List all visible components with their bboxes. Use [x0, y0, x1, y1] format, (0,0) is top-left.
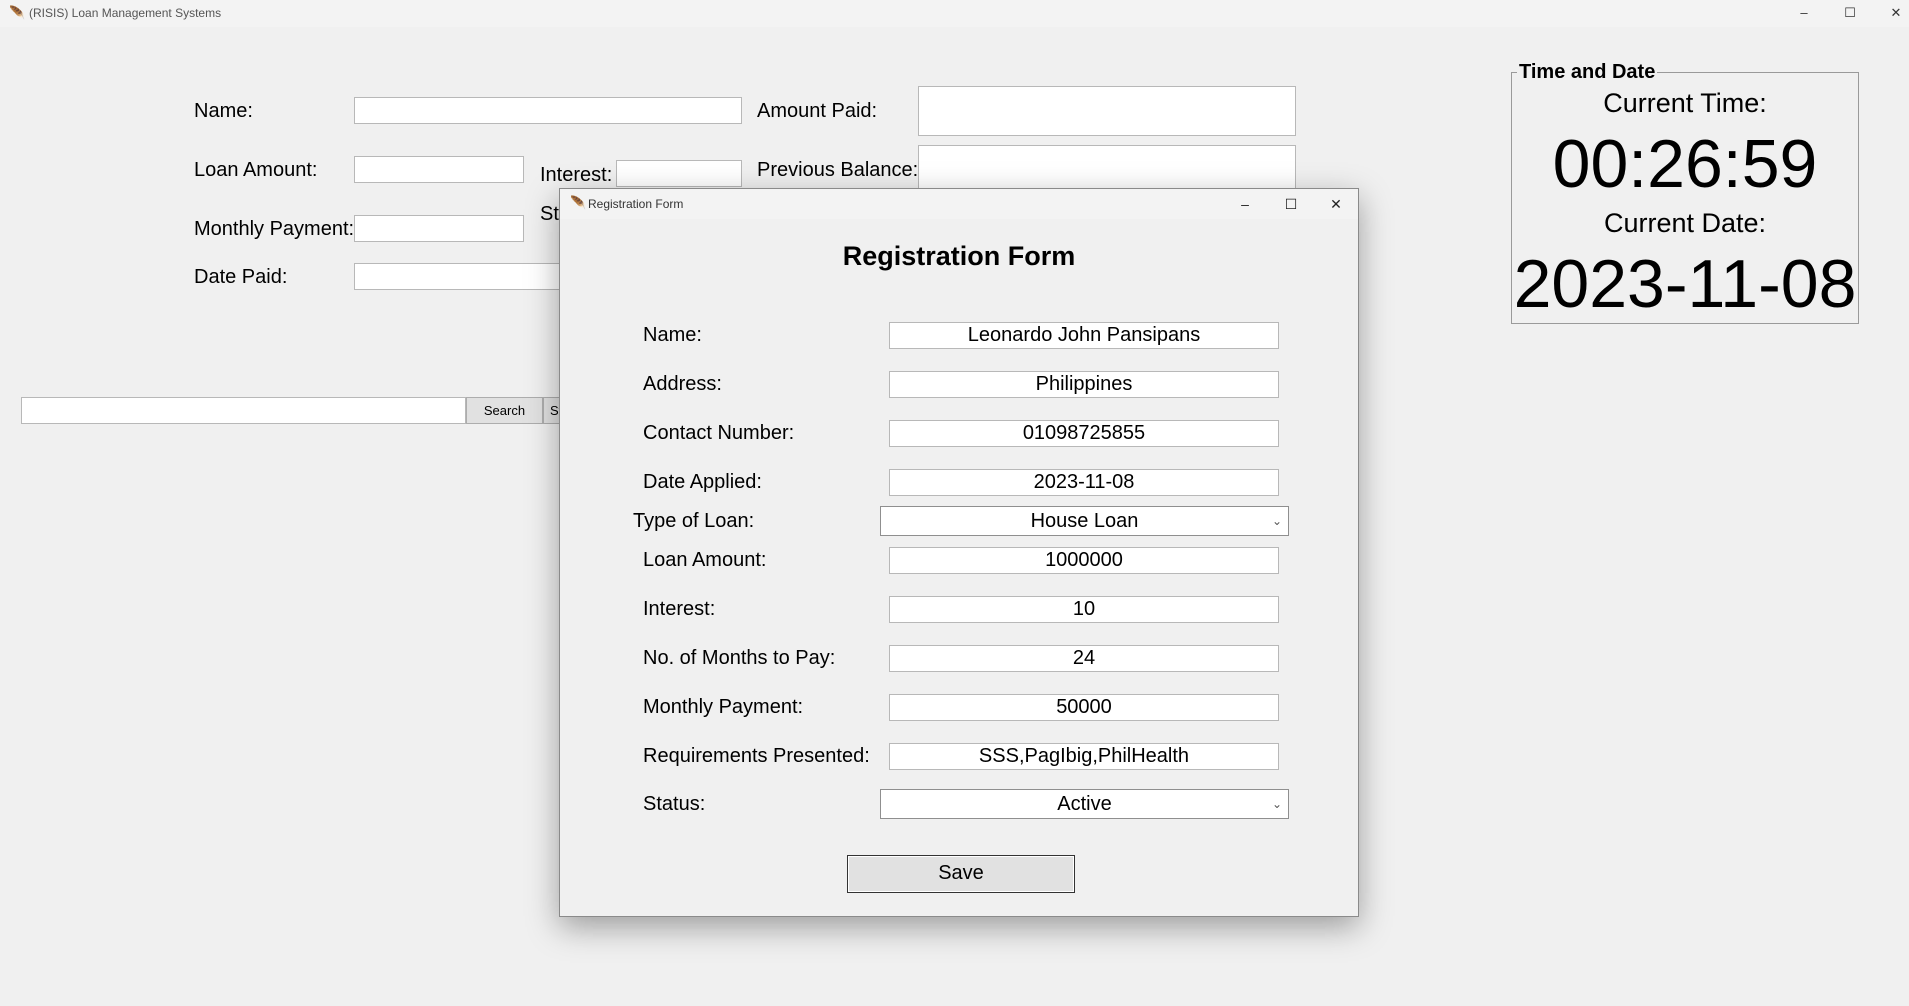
reg-status-value: Active — [1057, 793, 1112, 815]
search-input[interactable] — [21, 397, 466, 424]
loan-amount-input[interactable] — [354, 156, 524, 183]
save-button[interactable]: Save — [847, 855, 1075, 893]
reg-address-label: Address: — [643, 373, 722, 395]
current-date-label: Current Date: — [1603, 208, 1767, 238]
chevron-down-icon: ⌄ — [1271, 514, 1282, 528]
reg-status-label: Status: — [643, 793, 706, 815]
reg-months-input[interactable]: 24 — [889, 645, 1279, 672]
previous-balance-label: Previous Balance: — [757, 159, 919, 181]
reg-contact-label: Contact Number: — [643, 422, 795, 444]
reg-monthly-payment-label: Monthly Payment: — [643, 696, 804, 718]
dialog-feather-icon: 🪶 — [570, 195, 587, 210]
reg-requirements-input[interactable]: SSS,PagIbig,PhilHealth — [889, 743, 1279, 770]
reg-loan-type-value: House Loan — [1030, 510, 1139, 532]
current-time-label: Current Time: — [1603, 88, 1767, 118]
reg-name-input[interactable]: Leonardo John Pansipans — [889, 322, 1279, 349]
registration-dialog: 🪶 Registration Form – ☐ ✕ Registration F… — [559, 188, 1359, 917]
reg-loan-amount-input[interactable]: 1000000 — [889, 547, 1279, 574]
dialog-maximize-icon[interactable]: ☐ — [1268, 189, 1314, 219]
reg-date-applied-label: Date Applied: — [643, 471, 762, 493]
main-title-bar: 🪶 (RISIS) Loan Management Systems – ☐ ✕ — [0, 0, 1909, 27]
reg-date-applied-input[interactable]: 2023-11-08 — [889, 469, 1279, 496]
reg-status-select[interactable]: Active ⌄ — [880, 789, 1289, 819]
current-time-value: 00:26:59 — [1552, 126, 1818, 202]
reg-loan-amount-label: Loan Amount: — [643, 549, 767, 571]
reg-contact-input[interactable]: 01098725855 — [889, 420, 1279, 447]
date-paid-label: Date Paid: — [194, 266, 288, 288]
dialog-title: Registration Form — [588, 197, 684, 211]
main-window-title: (RISIS) Loan Management Systems — [29, 6, 222, 20]
chevron-down-icon: ⌄ — [1271, 797, 1282, 811]
reg-requirements-label: Requirements Presented: — [643, 745, 870, 767]
reg-name-label: Name: — [643, 324, 702, 346]
reg-loan-type-label: Type of Loan: — [633, 510, 755, 532]
form-heading: Registration Form — [842, 241, 1076, 271]
close-icon[interactable]: ✕ — [1873, 0, 1909, 26]
monthly-payment-label: Monthly Payment: — [194, 218, 355, 240]
reg-monthly-payment-input[interactable]: 50000 — [889, 694, 1279, 721]
name-input[interactable] — [354, 97, 742, 124]
reg-interest-label: Interest: — [643, 598, 716, 620]
status-label: St — [540, 203, 559, 225]
name-label: Name: — [194, 100, 253, 122]
search-button[interactable]: Search — [466, 397, 543, 424]
loan-amount-label: Loan Amount: — [194, 159, 318, 181]
interest-label: Interest: — [540, 164, 613, 186]
maximize-icon[interactable]: ☐ — [1827, 0, 1873, 26]
current-date-value: 2023-11-08 — [1513, 246, 1857, 322]
dialog-close-icon[interactable]: ✕ — [1313, 189, 1359, 219]
reg-months-label: No. of Months to Pay: — [643, 647, 836, 669]
dialog-title-bar: 🪶 Registration Form – ☐ ✕ — [560, 189, 1358, 219]
monthly-payment-input[interactable] — [354, 215, 524, 242]
amount-paid-input[interactable] — [918, 86, 1296, 136]
app-feather-icon: 🪶 — [9, 5, 26, 20]
amount-paid-label: Amount Paid: — [757, 100, 878, 122]
dialog-minimize-icon[interactable]: – — [1222, 189, 1268, 219]
reg-address-input[interactable]: Philippines — [889, 371, 1279, 398]
time-date-legend: Time and Date — [1517, 61, 1658, 84]
minimize-icon[interactable]: – — [1781, 0, 1827, 26]
reg-loan-type-select[interactable]: House Loan ⌄ — [880, 506, 1289, 536]
interest-input[interactable] — [616, 160, 742, 187]
reg-interest-input[interactable]: 10 — [889, 596, 1279, 623]
